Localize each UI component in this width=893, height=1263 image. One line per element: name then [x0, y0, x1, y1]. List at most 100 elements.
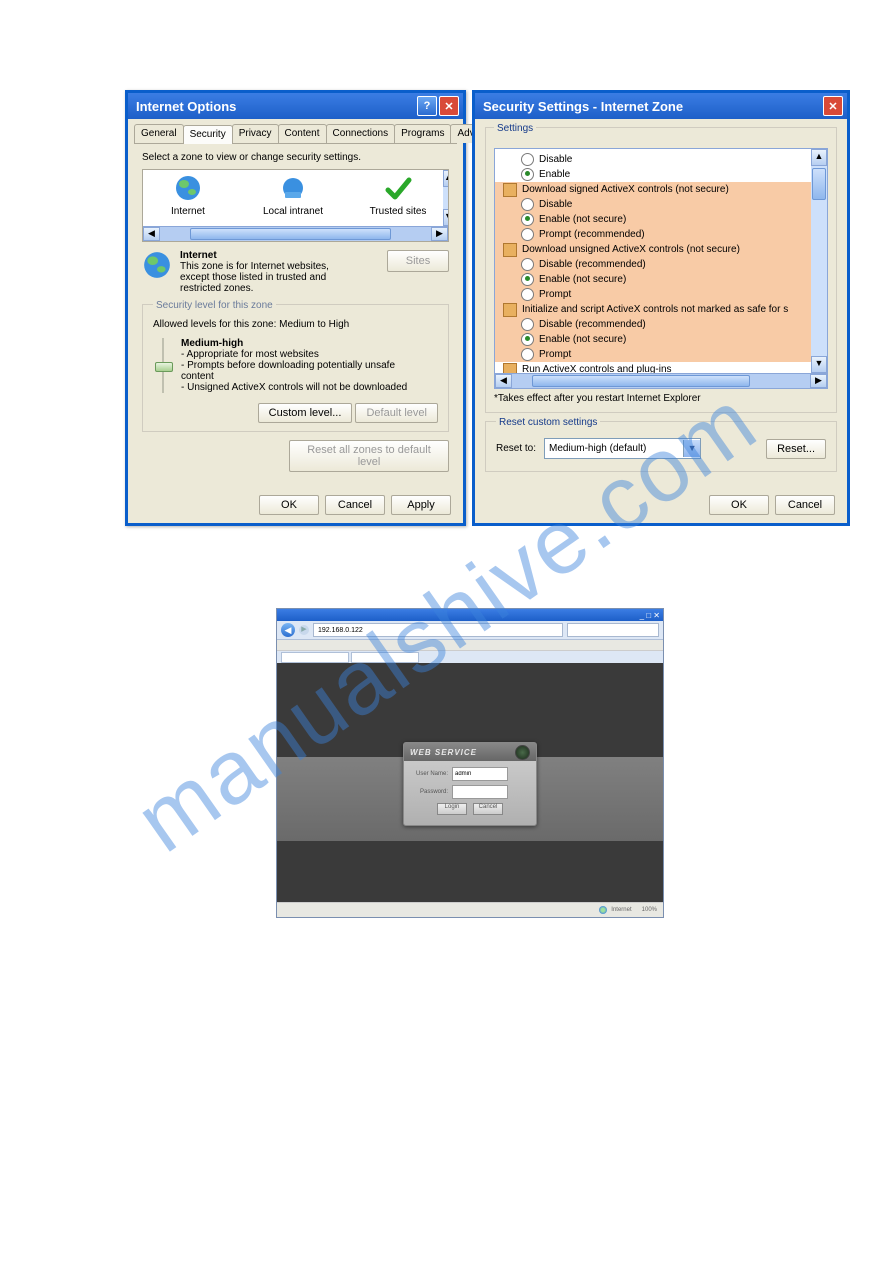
radio-icon[interactable] — [521, 348, 534, 361]
close-icon[interactable]: ✕ — [439, 96, 459, 116]
tab-content[interactable]: Content — [278, 124, 327, 143]
scroll-thumb[interactable] — [532, 375, 750, 387]
option-disable-recommended: Disable (recommended) — [539, 259, 646, 270]
browser-window: _ □ ✕ ◀ ▶ 192.168.0.122 WEB SERVICE User… — [276, 608, 664, 918]
group-download-unsigned: Download unsigned ActiveX controls (not … — [522, 244, 740, 255]
vertical-scrollbar[interactable]: ▲ ▼ — [811, 149, 827, 373]
browser-tab-strip — [277, 651, 663, 663]
radio-selected-icon[interactable] — [521, 168, 534, 181]
option-enable-not-secure: Enable (not secure) — [539, 274, 626, 285]
login-header: WEB SERVICE — [404, 743, 536, 761]
title-bar[interactable]: Internet Options ? ✕ — [128, 93, 463, 119]
zone-trusted-sites[interactable]: Trusted sites — [353, 170, 443, 226]
security-level-legend: Security level for this zone — [153, 300, 276, 311]
search-bar[interactable] — [567, 623, 659, 637]
browser-menubar[interactable] — [277, 640, 663, 651]
security-level-group: Security level for this zone Allowed lev… — [142, 304, 449, 432]
tab-security[interactable]: Security — [183, 125, 233, 144]
scroll-thumb[interactable] — [190, 228, 391, 240]
activex-icon — [503, 243, 517, 257]
back-icon[interactable]: ◀ — [281, 623, 295, 637]
option-disable: Disable — [539, 154, 572, 165]
radio-icon[interactable] — [521, 288, 534, 301]
internet-options-dialog: Internet Options ? ✕ General Security Pr… — [125, 90, 466, 526]
option-enable-not-secure: Enable (not secure) — [539, 214, 626, 225]
password-label: Password: — [412, 789, 448, 795]
zone-local-intranet[interactable]: Local intranet — [233, 170, 353, 226]
browser-tab[interactable] — [351, 652, 419, 663]
reset-button[interactable]: Reset... — [766, 439, 826, 459]
scroll-right-icon[interactable]: ▶ — [431, 227, 448, 241]
cancel-button[interactable]: Cancel — [775, 495, 835, 515]
dialog-title: Security Settings - Internet Zone — [479, 99, 821, 114]
zone-caption: Select a zone to view or change security… — [142, 152, 449, 163]
close-icon[interactable]: ✕ — [823, 96, 843, 116]
address-value: 192.168.0.122 — [318, 627, 363, 634]
radio-icon[interactable] — [521, 258, 534, 271]
level-bullet-1: - Appropriate for most websites — [181, 349, 319, 360]
security-settings-dialog: Security Settings - Internet Zone ✕ Sett… — [472, 90, 850, 526]
custom-level-button[interactable]: Custom level... — [258, 403, 353, 423]
level-bullet-2: - Prompts before downloading potentially… — [181, 360, 395, 371]
option-prompt: Prompt — [539, 349, 571, 360]
radio-icon[interactable] — [521, 198, 534, 211]
zone-detail-globe-icon — [142, 250, 172, 280]
sites-button[interactable]: Sites — [387, 250, 449, 272]
reset-to-select[interactable]: Medium-high (default) ▼ — [544, 438, 701, 459]
reset-to-value: Medium-high (default) — [545, 443, 683, 454]
apply-button[interactable]: Apply — [391, 495, 451, 515]
horizontal-scrollbar[interactable]: ◀ ▶ — [494, 374, 828, 389]
reset-all-zones-button[interactable]: Reset all zones to default level — [289, 440, 449, 472]
tab-privacy[interactable]: Privacy — [232, 124, 279, 143]
horizontal-scrollbar[interactable]: ◀ ▶ — [143, 226, 448, 241]
login-panel: WEB SERVICE User Name: Password: Login C… — [403, 742, 537, 826]
ok-button[interactable]: OK — [259, 495, 319, 515]
address-bar[interactable]: 192.168.0.122 — [313, 623, 563, 637]
scroll-left-icon[interactable]: ◀ — [495, 374, 512, 388]
status-zone: Internet — [611, 907, 631, 913]
zone-desc-line1: This zone is for Internet websites, — [180, 261, 329, 272]
browser-toolbar: ◀ ▶ 192.168.0.122 — [277, 621, 663, 640]
radio-selected-icon[interactable] — [521, 213, 534, 226]
camera-icon — [515, 745, 530, 760]
browser-title-bar[interactable]: _ □ ✕ — [277, 609, 663, 621]
option-disable: Disable — [539, 199, 572, 210]
settings-tree[interactable]: Disable Enable Download signed ActiveX c… — [494, 148, 828, 374]
tab-general[interactable]: General — [134, 124, 184, 143]
ok-button[interactable]: OK — [709, 495, 769, 515]
tab-strip: General Security Privacy Content Connect… — [134, 124, 457, 144]
zone-internet[interactable]: Internet — [143, 170, 233, 226]
activex-icon — [503, 183, 517, 197]
forward-icon[interactable]: ▶ — [299, 625, 309, 635]
reset-to-label: Reset to: — [496, 443, 536, 454]
radio-icon[interactable] — [521, 153, 534, 166]
chevron-down-icon[interactable]: ▼ — [683, 440, 700, 457]
scroll-up-icon[interactable]: ▲ — [811, 149, 827, 166]
cancel-button[interactable]: Cancel — [325, 495, 385, 515]
login-button[interactable]: Login — [437, 803, 467, 815]
default-level-button[interactable]: Default level — [355, 403, 438, 423]
title-bar[interactable]: Security Settings - Internet Zone ✕ — [475, 93, 847, 119]
scroll-right-icon[interactable]: ▶ — [810, 374, 827, 388]
radio-selected-icon[interactable] — [521, 333, 534, 346]
login-cancel-button[interactable]: Cancel — [473, 803, 503, 815]
login-title: WEB SERVICE — [410, 748, 477, 757]
radio-selected-icon[interactable] — [521, 273, 534, 286]
tab-programs[interactable]: Programs — [394, 124, 451, 143]
username-field[interactable] — [452, 767, 508, 781]
security-slider[interactable] — [153, 338, 173, 393]
vertical-scrollbar[interactable]: ▲ ▼ — [443, 170, 448, 226]
scroll-down-icon[interactable]: ▼ — [443, 209, 448, 226]
tab-connections[interactable]: Connections — [326, 124, 396, 143]
scroll-left-icon[interactable]: ◀ — [143, 227, 160, 241]
browser-tab[interactable] — [281, 652, 349, 663]
help-icon[interactable]: ? — [417, 96, 437, 116]
browser-status-bar: Internet 100% — [277, 902, 663, 917]
radio-icon[interactable] — [521, 228, 534, 241]
scroll-up-icon[interactable]: ▲ — [443, 170, 448, 187]
password-field[interactable] — [452, 785, 508, 799]
scroll-down-icon[interactable]: ▼ — [811, 356, 827, 373]
restart-note: *Takes effect after you restart Internet… — [494, 393, 828, 404]
radio-icon[interactable] — [521, 318, 534, 331]
group-run-activex: Run ActiveX controls and plug-ins — [522, 364, 672, 373]
